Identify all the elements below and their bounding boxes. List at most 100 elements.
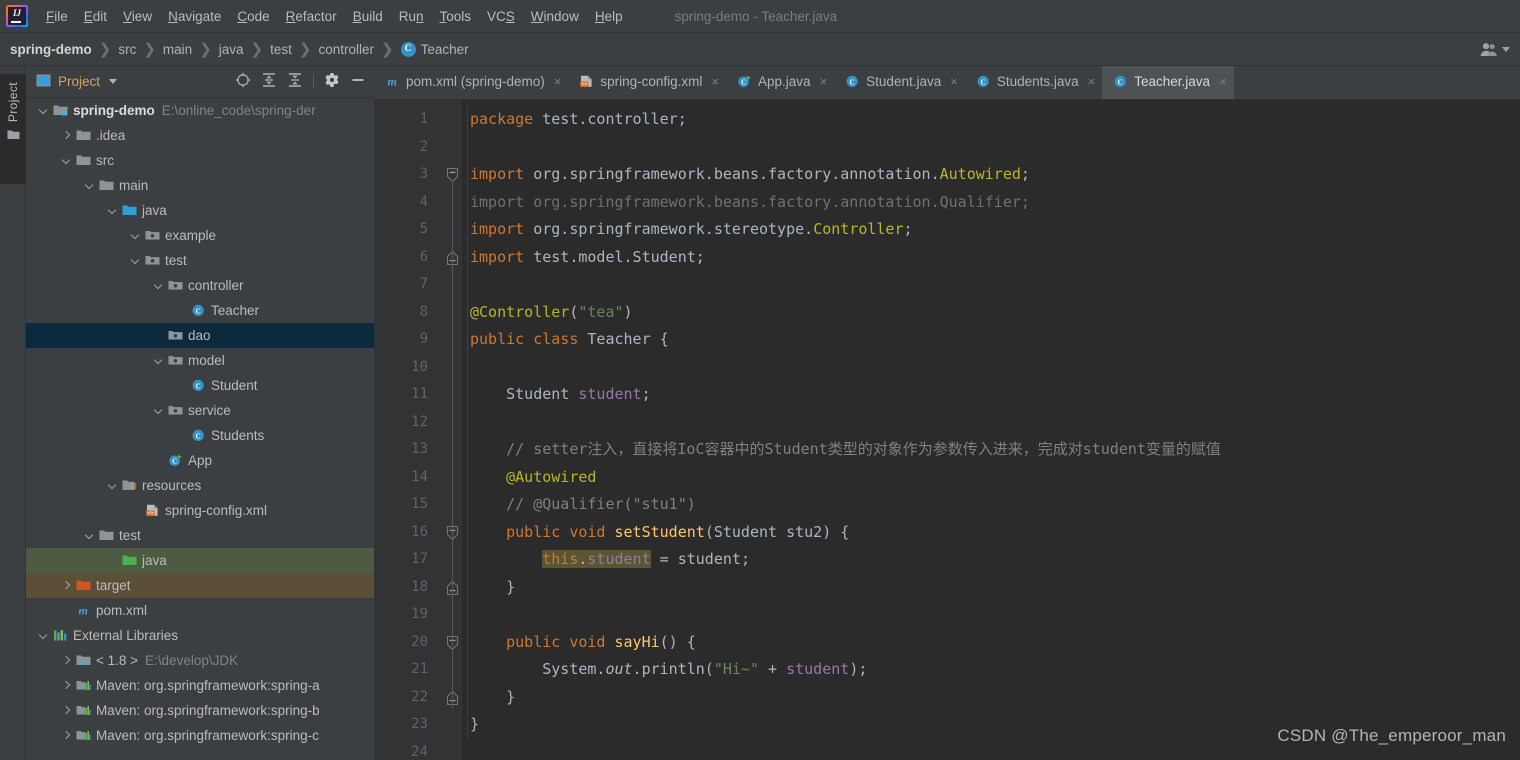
tree-node-java[interactable]: java (26, 198, 374, 223)
tree-node-resources[interactable]: resources (26, 473, 374, 498)
tree-node-controller[interactable]: controller (26, 273, 374, 298)
chevron-right-icon[interactable] (61, 680, 72, 691)
settings-gear-icon[interactable] (324, 72, 340, 91)
tree-node-1.8[interactable]: < 1.8 > E:\develop\JDK (26, 648, 374, 673)
chevron-down-icon[interactable] (153, 355, 164, 366)
chevron-down-icon[interactable] (153, 280, 164, 291)
tree-node-external-libraries[interactable]: External Libraries (26, 623, 374, 648)
collapse-all-icon[interactable] (287, 72, 303, 91)
chevron-down-icon[interactable] (84, 180, 95, 191)
close-icon[interactable]: × (711, 74, 719, 89)
editor-tab-app.java[interactable]: C App.java × (726, 66, 834, 99)
chevron-down-icon[interactable] (61, 155, 72, 166)
code-token: } (470, 577, 516, 596)
tree-node-teacher[interactable]: C Teacher (26, 298, 374, 323)
close-icon[interactable]: × (950, 74, 958, 89)
tree-node-label: java (142, 553, 167, 568)
chevron-down-icon[interactable] (38, 105, 49, 116)
tree-node-java[interactable]: java (26, 548, 374, 573)
close-icon[interactable]: × (1088, 74, 1096, 89)
tree-node-student[interactable]: C Student (26, 373, 374, 398)
navbar-right-controls[interactable] (1480, 42, 1510, 57)
menu-item-view[interactable]: View (115, 5, 160, 28)
tree-node-students[interactable]: C Students (26, 423, 374, 448)
tree-node-label: src (96, 153, 114, 168)
tree-node-main[interactable]: main (26, 173, 374, 198)
close-icon[interactable]: × (1219, 74, 1227, 89)
menu-item-code[interactable]: Code (229, 5, 277, 28)
close-icon[interactable]: × (554, 74, 562, 89)
code-line-15: // @Qualifier("stu1") (462, 491, 1520, 519)
breadcrumb-item-main[interactable]: main (163, 42, 192, 57)
chevron-down-icon[interactable] (38, 630, 49, 641)
editor-fold-column[interactable] (444, 100, 462, 760)
chevron-right-icon[interactable] (61, 705, 72, 716)
tree-node-service[interactable]: service (26, 398, 374, 423)
chevron-down-icon[interactable] (84, 530, 95, 541)
menu-item-window[interactable]: Window (523, 5, 587, 28)
menu-item-build[interactable]: Build (345, 5, 391, 28)
hide-icon[interactable] (350, 72, 366, 91)
people-icon[interactable] (1480, 42, 1497, 57)
menu-item-help[interactable]: Help (587, 5, 631, 28)
editor-tab-spring-config.xml[interactable]: <> spring-config.xml × (568, 66, 726, 99)
chevron-down-icon[interactable] (130, 230, 141, 241)
editor-tab-students.java[interactable]: C Students.java × (965, 66, 1102, 99)
tree-node-test[interactable]: test (26, 523, 374, 548)
tree-node-example[interactable]: example (26, 223, 374, 248)
chevron-down-icon[interactable] (1502, 46, 1510, 52)
locate-icon[interactable] (235, 72, 251, 91)
editor-tab-teacher.java[interactable]: C Teacher.java × (1102, 66, 1234, 99)
editor-code-area[interactable]: package test.controller; import org.sprin… (462, 100, 1520, 760)
chevron-down-icon[interactable] (107, 480, 118, 491)
breadcrumb-item-controller[interactable]: controller (318, 42, 374, 57)
code-editor[interactable]: package test.controller; import org.sprin… (374, 100, 1520, 760)
chevron-down-icon[interactable] (153, 405, 164, 416)
tree-node-target[interactable]: target (26, 573, 374, 598)
chevron-right-icon[interactable] (61, 130, 72, 141)
tree-node-src[interactable]: src (26, 148, 374, 173)
breadcrumb-item-teacher[interactable]: C Teacher (400, 41, 469, 57)
editor-tab-bar[interactable]: m pom.xml (spring-demo) × <> spring-config.x… (374, 66, 1520, 100)
chevron-right-icon[interactable] (61, 655, 72, 666)
menu-item-tools[interactable]: Tools (432, 5, 480, 28)
tree-node-spring-config.xml[interactable]: <> spring-config.xml (26, 498, 374, 523)
chevron-right-icon[interactable] (61, 580, 72, 591)
chevron-down-icon[interactable] (130, 255, 141, 266)
menu-item-edit[interactable]: Edit (76, 5, 115, 28)
breadcrumb-item-java[interactable]: java (219, 42, 244, 57)
tree-node-maven-org.springframework-spring-a[interactable]: Maven: org.springframework:spring-a (26, 673, 374, 698)
tree-node-maven-org.springframework-spring-c[interactable]: Maven: org.springframework:spring-c (26, 723, 374, 748)
editor-tab-student.java[interactable]: C Student.java × (834, 66, 965, 99)
chevron-down-icon[interactable] (109, 79, 118, 84)
tree-node-app[interactable]: C App (26, 448, 374, 473)
menu-item-navigate[interactable]: Navigate (160, 5, 229, 28)
breadcrumb-item-spring-demo[interactable]: spring-demo (10, 42, 92, 57)
tree-node-test[interactable]: test (26, 248, 374, 273)
folder-icon (99, 529, 114, 542)
chevron-right-icon[interactable] (61, 730, 72, 741)
tree-node-dao[interactable]: dao (26, 323, 374, 348)
expand-all-icon[interactable] (261, 72, 277, 91)
chevron-down-icon[interactable] (107, 205, 118, 216)
svg-text:C: C (741, 79, 746, 87)
menu-item-run[interactable]: Run (391, 5, 432, 28)
tree-node-pom.xml[interactable]: m pom.xml (26, 598, 374, 623)
breadcrumb-item-test[interactable]: test (270, 42, 292, 57)
code-line-16: public void setStudent(Student stu2) { (462, 519, 1520, 547)
code-token: out (605, 660, 633, 678)
tree-node-spring-demo[interactable]: spring-demo E:\online_code\spring-der (26, 98, 374, 123)
breadcrumb-item-src[interactable]: src (118, 42, 136, 57)
close-icon[interactable]: × (820, 74, 828, 89)
menu-item-file[interactable]: File (38, 5, 76, 28)
menu-item-vcs[interactable]: VCS (479, 5, 523, 28)
tree-node-model[interactable]: model (26, 348, 374, 373)
tree-node-maven-org.springframework-spring-b[interactable]: Maven: org.springframework:spring-b (26, 698, 374, 723)
tree-node-.idea[interactable]: .idea (26, 123, 374, 148)
menu-item-refactor[interactable]: Refactor (278, 5, 345, 28)
editor-tab-pom.xml-spring-demo[interactable]: m pom.xml (spring-demo) × (374, 66, 568, 99)
project-tree[interactable]: spring-demo E:\online_code\spring-der .ide… (26, 98, 374, 760)
toolwindow-tab-project[interactable]: Project (0, 74, 26, 184)
line-number-5: 5 (419, 221, 428, 237)
